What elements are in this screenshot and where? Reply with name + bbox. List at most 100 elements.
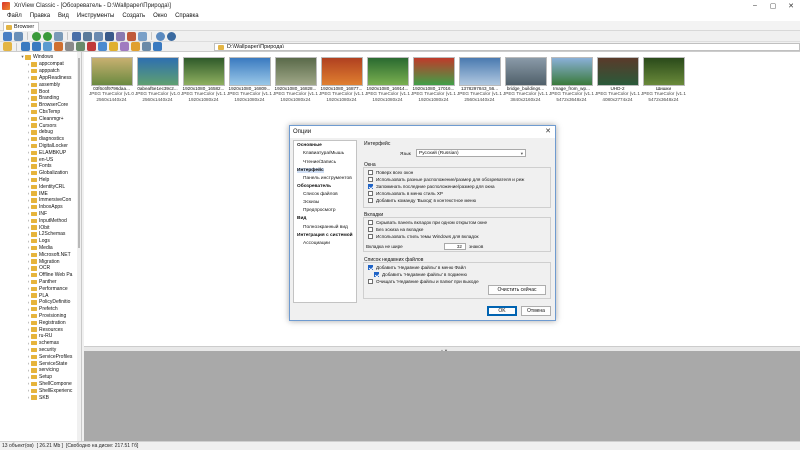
options-nav-item[interactable]: Панель инструментов: [303, 176, 352, 181]
thumbnail-item[interactable]: 1920x1080_16809... JPEG TrueColor (v1.1) 1…: [227, 55, 272, 103]
options-nav-item[interactable]: Ассоциации: [303, 241, 330, 246]
tree-item[interactable]: › INF: [26, 211, 47, 218]
checkbox-option[interactable]: Поверх всех окон: [368, 170, 413, 175]
thumbnail-item[interactable]: 1920x1080_16828... JPEG TrueColor (v1.1) 1…: [273, 55, 318, 103]
folder-tree[interactable]: ▾ Windows › appcompat › apppatch › AppReadiness…: [0, 52, 82, 441]
tab-width-input[interactable]: 32: [444, 243, 466, 250]
maximize-button[interactable]: ▢: [764, 0, 782, 11]
convert-icon[interactable]: [116, 31, 125, 41]
up-icon[interactable]: [43, 42, 52, 51]
dialog-close-icon[interactable]: ✕: [543, 127, 553, 137]
thumbnail-item[interactable]: 1920x1080_16582... JPEG TrueColor (v1.1) 1…: [181, 55, 226, 103]
checkbox-checked[interactable]: [374, 272, 379, 277]
thumbnail-item[interactable]: 0abeaf5e1ec39c2... JPEG TrueColor (v1.0) 2…: [135, 55, 180, 103]
tree-item[interactable]: › ImmersiveCon: [26, 197, 71, 204]
menu-window[interactable]: Окно: [149, 13, 171, 19]
menu-file[interactable]: Файл: [3, 13, 26, 19]
close-button[interactable]: ✕: [782, 0, 800, 11]
tree-item[interactable]: › ELAMBKUP: [26, 149, 66, 156]
checkbox-option[interactable]: Добавить 'Недавние файлы' в меню Файл: [368, 265, 466, 270]
checkbox[interactable]: [368, 279, 373, 284]
checkbox-option[interactable]: Использовать стиль темы Windows для вкла…: [368, 234, 479, 239]
tree-item[interactable]: › ShellCompone: [26, 381, 72, 388]
menu-edit[interactable]: Правка: [26, 13, 54, 19]
star-icon[interactable]: [109, 42, 118, 51]
tree-item[interactable]: › BrowserCore: [26, 102, 68, 109]
forward-icon[interactable]: [43, 31, 52, 41]
menu-help[interactable]: Справка: [171, 13, 203, 19]
checkbox-option[interactable]: Без эскиза на вкладке: [368, 227, 423, 232]
clear-recent-button[interactable]: Очистить сейчас: [488, 285, 546, 295]
move-icon[interactable]: [76, 42, 85, 51]
checkbox[interactable]: [368, 177, 373, 182]
settings-icon[interactable]: [156, 31, 165, 41]
checkbox-option[interactable]: Очищать 'Недавние файлы и папки' при вых…: [368, 279, 479, 284]
checkbox[interactable]: [368, 170, 373, 175]
checkbox-checked[interactable]: [368, 265, 373, 270]
thumbnail-item[interactable]: 03f6c6f9796daa... JPEG TrueColor (v1.0) 25…: [89, 55, 134, 103]
thumbnail-item[interactable]: UHD-2 JPEG TrueColor (v1.1) 4080x2774x24: [595, 55, 640, 103]
language-select[interactable]: Русский (Russian) ▾: [416, 149, 526, 157]
tree-item[interactable]: › Panther: [26, 279, 57, 286]
folder-up-icon[interactable]: [3, 42, 12, 51]
view-mode-icon[interactable]: [98, 42, 107, 51]
tree-item[interactable]: › Prefetch: [26, 306, 58, 313]
arrow-left-icon[interactable]: [21, 42, 30, 51]
tree-item[interactable]: › apppatch: [26, 68, 60, 75]
options-nav-item[interactable]: Интерфейс: [297, 167, 324, 173]
tree-item[interactable]: › Globalization: [26, 170, 68, 177]
checkbox-option[interactable]: Запоминать последние расположение/размер…: [368, 184, 495, 189]
tree-scrollbar-thumb[interactable]: [78, 58, 80, 248]
checkbox-option[interactable]: Добавить 'Недавние файлы' в подменю: [374, 272, 467, 277]
thumbnail-item[interactable]: Image_from_wp... JPEG TrueColor (v1.1) 547…: [549, 55, 594, 103]
options-nav-item[interactable]: Обозреватель: [297, 184, 331, 189]
thumbnail-item[interactable]: bridge_buildings... JPEG TrueColor (v1.1)…: [503, 55, 548, 103]
copy-icon[interactable]: [65, 42, 74, 51]
favorites-icon[interactable]: [54, 42, 63, 51]
filter-icon[interactable]: [120, 42, 129, 51]
sync-icon[interactable]: [153, 42, 162, 51]
tree-item[interactable]: › AppReadiness: [26, 75, 72, 82]
arrow-right-icon[interactable]: [32, 42, 41, 51]
tree-item[interactable]: › assembly: [26, 81, 60, 88]
capture-icon[interactable]: [138, 31, 147, 41]
options-nav-item[interactable]: Интеграция с системой: [297, 233, 353, 238]
sort-icon[interactable]: [131, 42, 140, 51]
browser-icon[interactable]: [3, 31, 12, 41]
menu-tools[interactable]: Инструменты: [73, 13, 118, 19]
tree-item[interactable]: › ShellExperienc: [26, 387, 73, 394]
tree-item[interactable]: › appcompat: [26, 61, 64, 68]
tree-item[interactable]: › Cursors: [26, 122, 57, 129]
tree-scrollbar[interactable]: [77, 52, 81, 441]
checkbox[interactable]: [368, 227, 373, 232]
options-nav-item[interactable]: Предпросмотр: [303, 208, 336, 213]
thumbnail-item[interactable]: Шишки JPEG TrueColor (v1.1) 5472x3648x24: [641, 55, 686, 103]
menu-create[interactable]: Создать: [118, 13, 149, 19]
checkbox[interactable]: [368, 191, 373, 196]
tree-item-root[interactable]: ▾ Windows: [20, 54, 53, 61]
info-icon[interactable]: [167, 31, 176, 41]
checkbox-checked[interactable]: [368, 184, 373, 189]
tree-item[interactable]: › Offline Web Pa: [26, 272, 73, 279]
save-icon[interactable]: [83, 31, 92, 41]
tree-item[interactable]: › debug: [26, 129, 53, 136]
checkbox[interactable]: [368, 198, 373, 203]
cancel-button[interactable]: Отмена: [521, 306, 551, 316]
checkbox-option[interactable]: Использовать разные расположение/размер …: [368, 177, 524, 182]
ok-button[interactable]: OK: [487, 306, 517, 316]
tree-item[interactable]: › Performance: [26, 285, 68, 292]
checkbox-option[interactable]: Скрывать панель вкладок при одном открыт…: [368, 220, 487, 225]
thumbnail-item[interactable]: 1920x1080_16914... JPEG TrueColor (v1.1) 1…: [365, 55, 410, 103]
tree-item[interactable]: › IdentityCRL: [26, 183, 65, 190]
tree-item[interactable]: › IME: [26, 190, 48, 197]
tree-item[interactable]: › Resources: [26, 326, 63, 333]
tree-item[interactable]: › InputMethod: [26, 217, 67, 224]
checkbox[interactable]: [368, 220, 373, 225]
tree-item[interactable]: › Provisioning: [26, 313, 67, 320]
tree-item[interactable]: › schemas: [26, 340, 59, 347]
tree-item[interactable]: › DigitalLocker: [26, 143, 68, 150]
open-icon[interactable]: [72, 31, 81, 41]
tree-item[interactable]: › Microsoft.NET: [26, 251, 71, 258]
tree-item[interactable]: › SKB: [26, 394, 49, 401]
tree-item[interactable]: › ru-RU: [26, 333, 53, 340]
